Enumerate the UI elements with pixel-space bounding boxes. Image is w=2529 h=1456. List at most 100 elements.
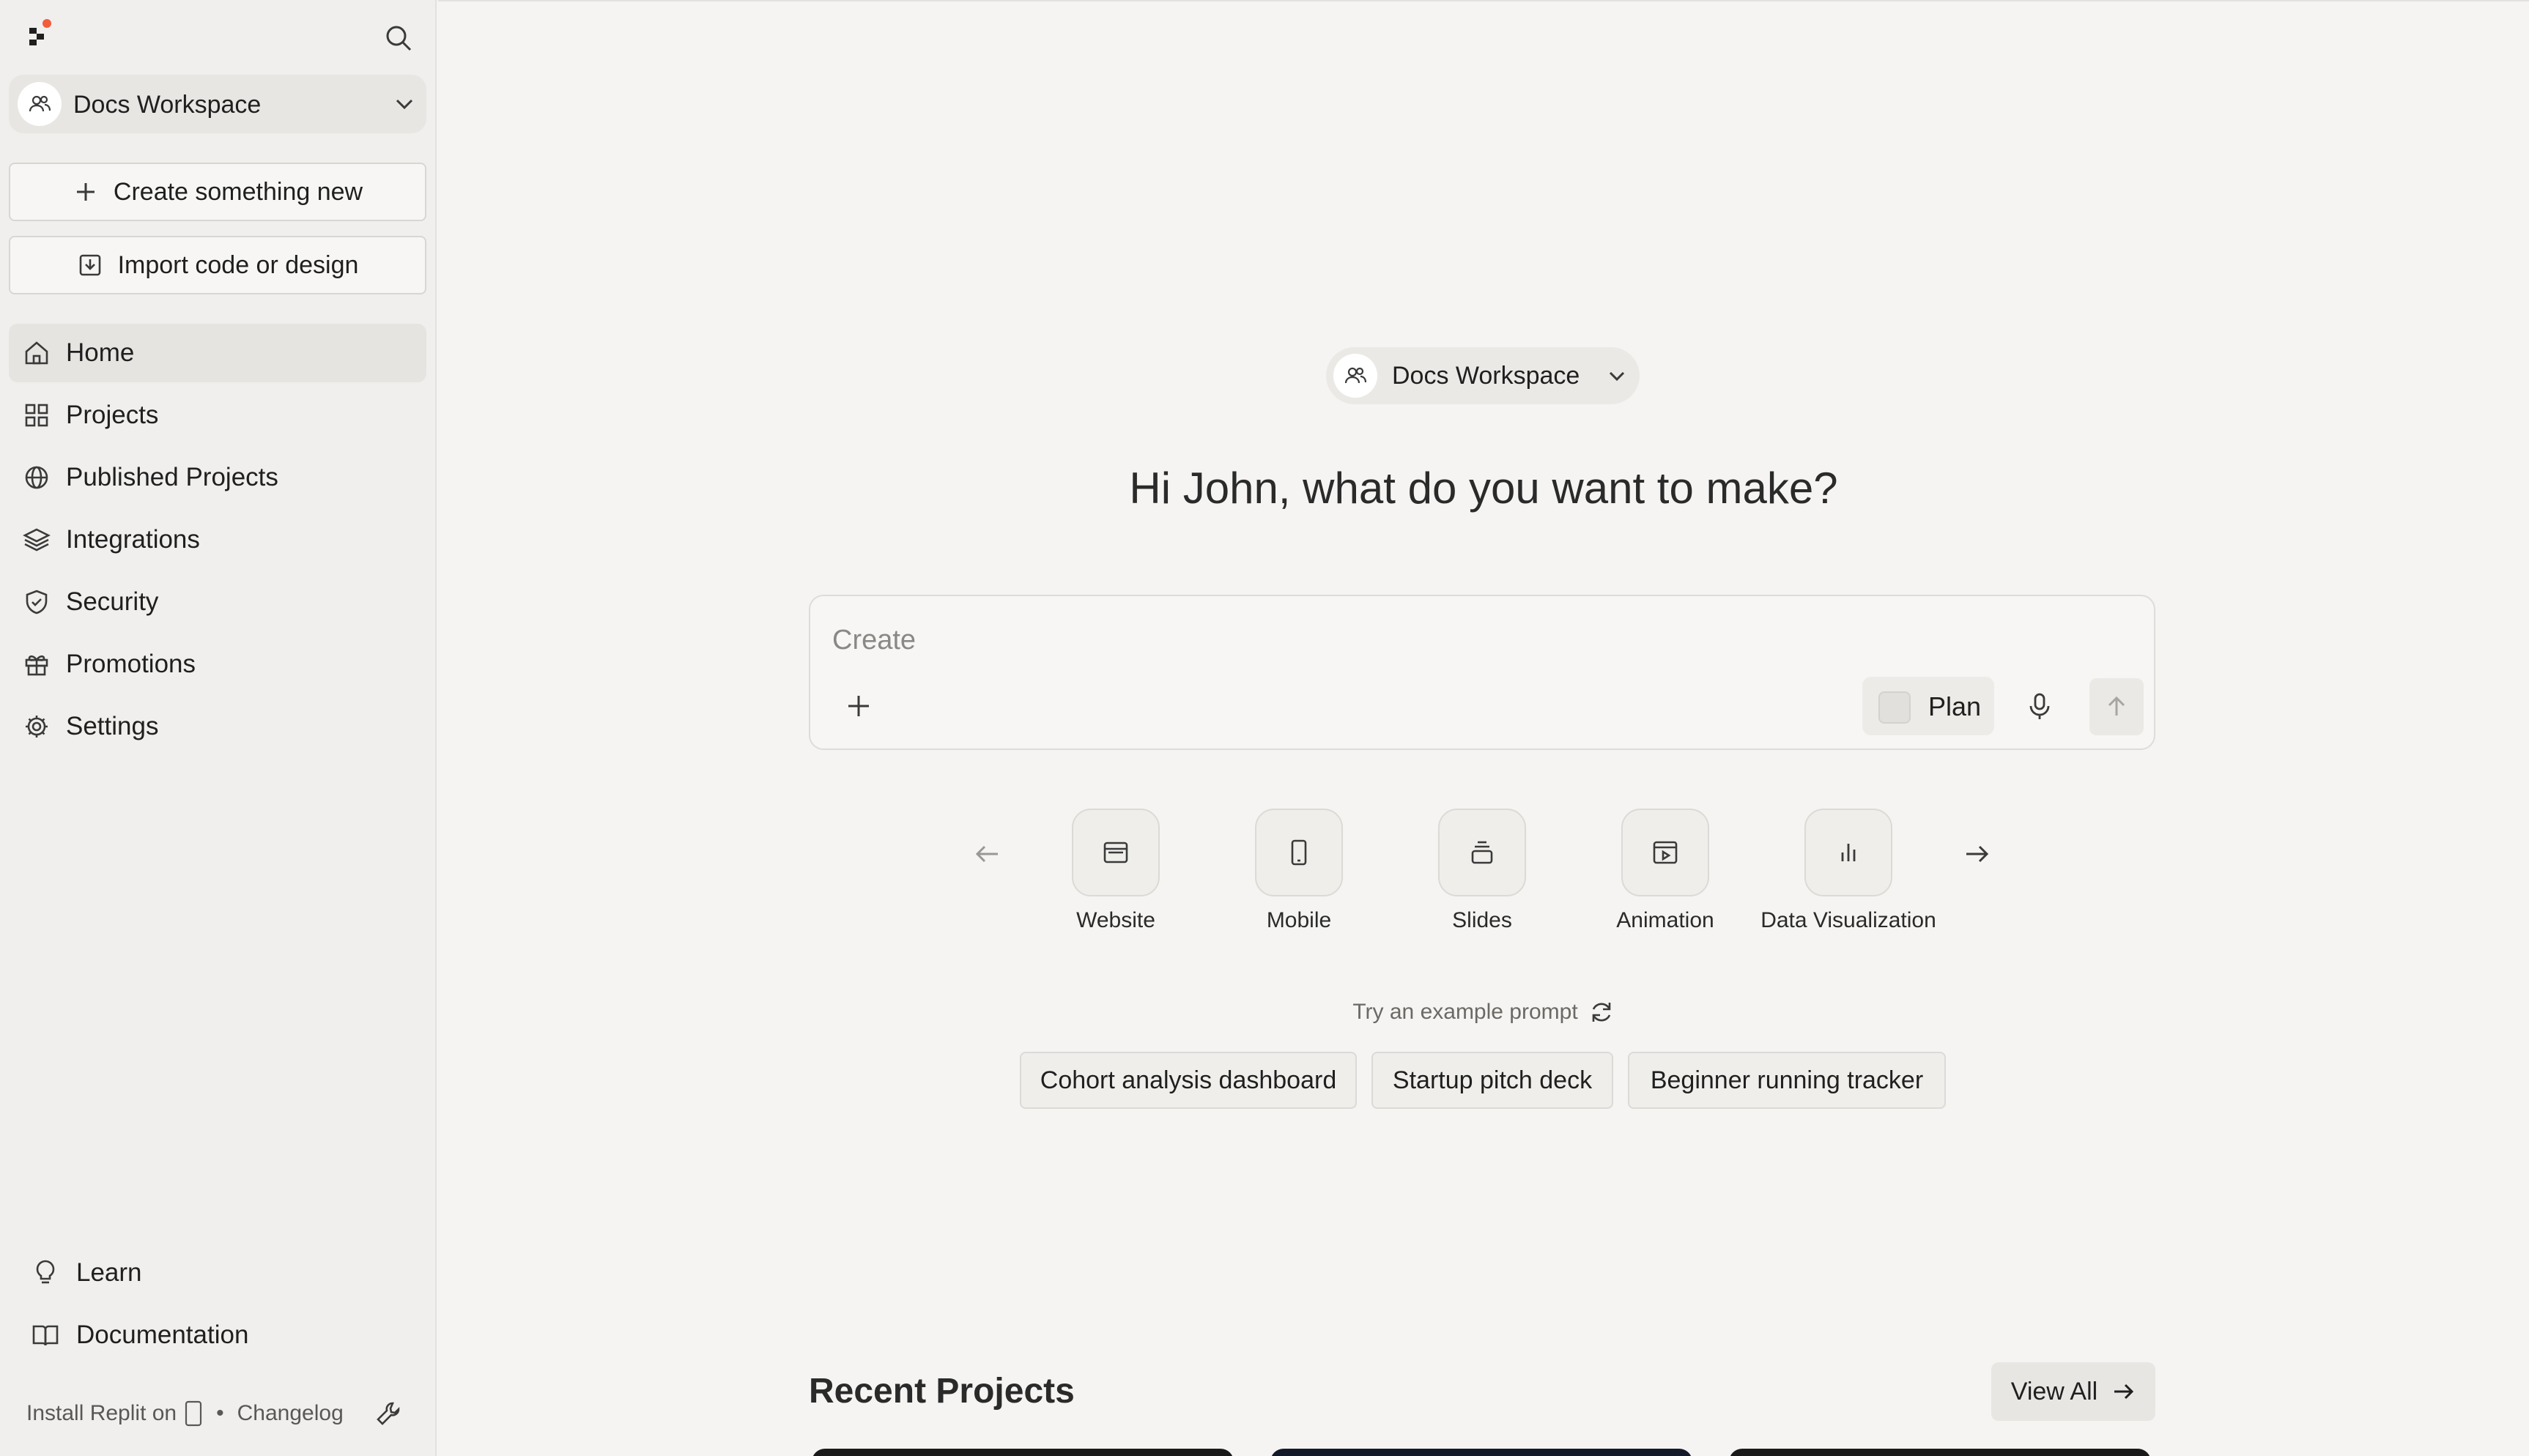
layers-icon — [23, 528, 51, 551]
mobile-phone-icon — [1291, 839, 1307, 866]
category-tile[interactable] — [1255, 809, 1343, 896]
example-chip[interactable]: Cohort analysis dashboard — [1020, 1052, 1357, 1109]
sidebar-item-settings[interactable]: Settings — [9, 697, 426, 756]
plan-label: Plan — [1928, 691, 1982, 721]
sidebar-item-label: Integrations — [66, 525, 200, 554]
video-play-icon — [1653, 841, 1678, 864]
sidebar-item-label: Security — [66, 587, 159, 616]
sidebar-item-home[interactable]: Home — [9, 324, 426, 382]
category-label: Animation — [1616, 908, 1714, 932]
arrow-right-icon — [2114, 1383, 2134, 1400]
workspace-pill[interactable]: Docs Workspace — [1326, 347, 1640, 404]
workspace-selector[interactable]: Docs Workspace — [9, 75, 426, 133]
sidebar-item-label: Projects — [66, 401, 159, 429]
category-label: Mobile — [1266, 908, 1332, 932]
learn-label: Learn — [76, 1258, 142, 1287]
create-new-button[interactable]: Create something new — [9, 163, 426, 221]
category-slides[interactable]: Slides — [1391, 809, 1574, 955]
import-label: Import code or design — [117, 250, 359, 279]
globe-icon — [25, 466, 48, 489]
category-tile[interactable] — [1438, 809, 1526, 896]
plus-icon[interactable] — [844, 691, 873, 721]
gear-icon — [26, 716, 48, 738]
category-website[interactable]: Website — [1024, 809, 1207, 955]
send-button[interactable] — [2089, 678, 2144, 735]
import-icon — [79, 254, 100, 276]
workspace-name: Docs Workspace — [73, 91, 262, 119]
category-tile[interactable] — [1804, 809, 1892, 896]
book-icon — [32, 1325, 59, 1346]
sidebar-item-integrations[interactable]: Integrations — [9, 510, 426, 569]
install-row: Install Replit on • Changelog — [26, 1397, 344, 1430]
category-data-visualization[interactable]: Data Visualization — [1757, 809, 1940, 955]
shield-icon — [26, 590, 48, 614]
documentation-label: Documentation — [76, 1321, 249, 1349]
changelog-link[interactable]: Changelog — [237, 1401, 344, 1426]
sidebar-item-label: Promotions — [66, 650, 196, 678]
category-label: Slides — [1452, 908, 1512, 932]
sidebar-item-label: Published Projects — [66, 463, 278, 491]
view-all-label: View All — [2010, 1377, 2098, 1405]
workspace-avatar — [18, 82, 62, 126]
app-root: Docs Workspace Create something new Impo… — [0, 0, 2529, 1456]
project-thumbnail[interactable] — [812, 1449, 1234, 1456]
separator-dot: • — [216, 1401, 224, 1425]
lightbulb-icon — [36, 1260, 55, 1284]
category-animation[interactable]: Animation — [1574, 809, 1757, 955]
documentation-link[interactable]: Documentation — [31, 1313, 248, 1357]
sidebar-item-projects[interactable]: Projects — [9, 386, 426, 445]
arrow-up-icon — [2108, 696, 2125, 716]
plan-checkbox[interactable] — [1878, 691, 1911, 724]
bar-chart-icon — [1841, 844, 1856, 861]
sidebar-item-security[interactable]: Security — [9, 573, 426, 631]
try-example-row: Try an example prompt — [438, 995, 2529, 1030]
create-new-label: Create something new — [113, 177, 363, 206]
chevron-down-icon — [1609, 371, 1625, 382]
top-divider — [438, 0, 2529, 1]
import-button[interactable]: Import code or design — [9, 236, 426, 294]
wrench-icon[interactable] — [374, 1399, 403, 1428]
plus-icon — [76, 183, 95, 201]
category-tile[interactable] — [1621, 809, 1709, 896]
category-label: Data Visualization — [1760, 908, 1936, 932]
install-link[interactable]: Install Replit on — [26, 1401, 177, 1426]
recent-projects-title: Recent Projects — [809, 1372, 1075, 1411]
page-title: Hi John, what do you want to make? — [1129, 464, 1838, 513]
browser-window-icon — [1103, 842, 1128, 863]
learn-link[interactable]: Learn — [31, 1251, 142, 1295]
category-label: Website — [1076, 908, 1155, 932]
grid-icon — [25, 404, 48, 427]
refresh-icon[interactable] — [1588, 999, 1615, 1025]
view-all-button[interactable]: View All — [1991, 1362, 2155, 1421]
users-icon — [29, 95, 51, 112]
users-icon — [1344, 367, 1366, 384]
gift-icon — [25, 655, 48, 676]
prompt-input[interactable] — [832, 620, 2078, 661]
category-tile[interactable] — [1072, 809, 1160, 896]
example-chip[interactable]: Startup pitch deck — [1371, 1052, 1613, 1109]
sidebar-item-published[interactable]: Published Projects — [9, 448, 426, 507]
replit-logo-icon[interactable] — [26, 19, 53, 48]
sidebar-item-label: Settings — [66, 712, 159, 740]
sidebar-item-promotions[interactable]: Promotions — [9, 635, 426, 694]
project-thumbnail[interactable] — [1270, 1449, 1692, 1456]
category-mobile[interactable]: Mobile — [1207, 809, 1391, 955]
workspace-pill-label: Docs Workspace — [1392, 362, 1580, 390]
arrow-right-icon[interactable] — [1962, 839, 1991, 869]
workspace-avatar — [1333, 354, 1377, 398]
phone-icon[interactable] — [184, 1400, 203, 1427]
sidebar: Docs Workspace Create something new Impo… — [0, 0, 437, 1456]
slides-stack-icon — [1471, 841, 1493, 864]
chevron-down-icon — [396, 99, 413, 110]
main-area: Docs Workspace Hi John, what do you want… — [438, 0, 2529, 1456]
microphone-icon[interactable] — [2023, 690, 2056, 722]
sidebar-item-label: Home — [66, 338, 135, 367]
example-chip[interactable]: Beginner running tracker — [1628, 1052, 1946, 1109]
arrow-left-icon[interactable] — [973, 839, 1002, 869]
home-icon — [25, 341, 48, 365]
project-thumbnail[interactable] — [1729, 1449, 2151, 1456]
try-example-label: Try an example prompt — [1352, 1000, 1578, 1024]
plan-toggle[interactable]: Plan — [1862, 677, 1994, 735]
search-icon[interactable] — [384, 23, 413, 53]
prompt-box: Plan — [809, 595, 2155, 750]
